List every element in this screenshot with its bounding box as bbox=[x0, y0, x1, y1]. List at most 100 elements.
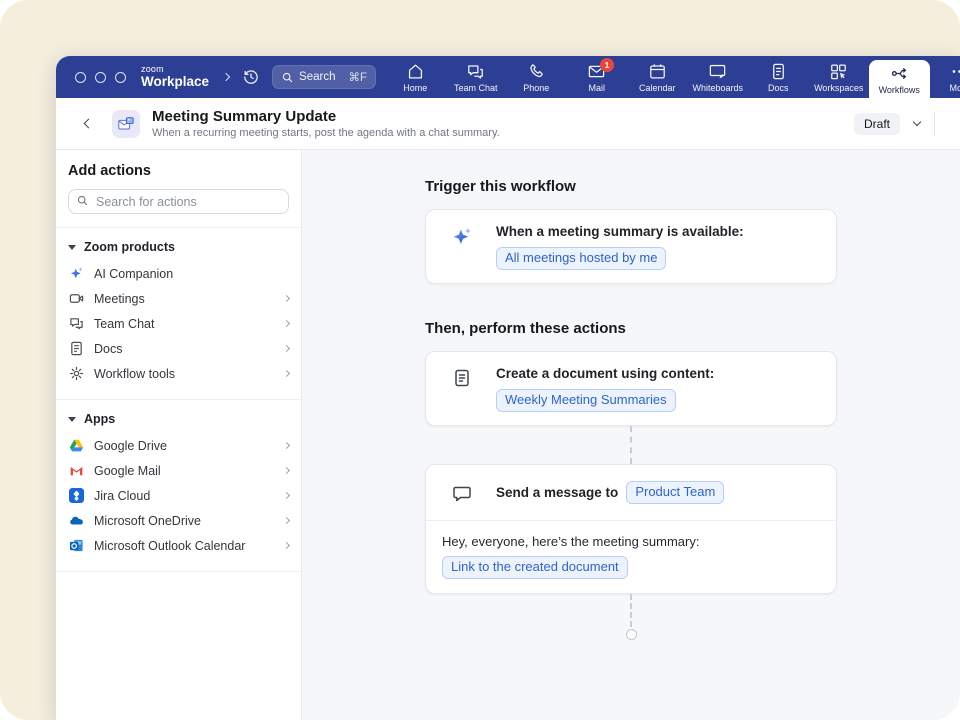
whiteboards-icon bbox=[708, 62, 727, 81]
workflow-header: Meeting Summary Update When a recurring … bbox=[56, 98, 960, 150]
meetings-icon bbox=[68, 291, 84, 307]
chevron-right-icon bbox=[284, 371, 289, 376]
workspaces-icon bbox=[829, 62, 848, 81]
chevron-right-icon bbox=[284, 346, 289, 351]
window-control-close[interactable] bbox=[75, 72, 86, 83]
chevron-right-icon bbox=[284, 518, 289, 523]
action-card-send-message[interactable]: Send a message to Product Team Hey, ever… bbox=[425, 464, 837, 594]
nav-tab-calendar[interactable]: Calendar bbox=[627, 56, 688, 98]
document-content-pill[interactable]: Weekly Meeting Summaries bbox=[496, 389, 676, 412]
workflows-icon bbox=[890, 64, 909, 83]
chevron-left-icon bbox=[83, 119, 93, 129]
sidebar-item-google-drive[interactable]: Google Drive bbox=[56, 433, 301, 458]
sidebar-item-microsoft-onedrive[interactable]: Microsoft OneDrive bbox=[56, 508, 301, 533]
sidebar-title: Add actions bbox=[68, 163, 289, 179]
nav-tab-whiteboards[interactable]: Whiteboards bbox=[688, 56, 749, 98]
sidebar-item-docs[interactable]: Docs bbox=[56, 336, 301, 361]
docs-icon bbox=[68, 341, 84, 357]
nav-tab-docs[interactable]: Docs bbox=[748, 56, 809, 98]
window-control-zoom[interactable] bbox=[115, 72, 126, 83]
caret-down-icon bbox=[68, 245, 76, 250]
document-link-pill[interactable]: Link to the created document bbox=[442, 556, 628, 579]
zoom-workplace-logo: zoom Workplace bbox=[141, 65, 209, 89]
nav-tab-workflows[interactable]: Workflows bbox=[869, 60, 930, 98]
sidebar-item-ai-companion[interactable]: AI Companion bbox=[56, 261, 301, 286]
action-title: Send a message to bbox=[496, 484, 618, 502]
sidebar-item-microsoft-outlook-calendar[interactable]: Microsoft Outlook Calendar bbox=[56, 533, 301, 558]
search-icon bbox=[281, 71, 294, 84]
chevron-right-icon bbox=[284, 443, 289, 448]
trigger-card[interactable]: When a meeting summary is available: All… bbox=[425, 209, 837, 284]
ai-companion-icon bbox=[68, 266, 84, 282]
header-actions: Draft bbox=[854, 112, 935, 136]
team-chat-icon bbox=[466, 62, 485, 81]
document-icon bbox=[450, 368, 474, 388]
page-subtitle: When a recurring meeting starts, post th… bbox=[152, 127, 500, 139]
chevron-right-icon bbox=[284, 468, 289, 473]
global-search-input[interactable]: Search ⌘F bbox=[272, 65, 376, 89]
status-dropdown-button[interactable] bbox=[914, 122, 920, 125]
chevron-right-icon[interactable] bbox=[222, 73, 230, 81]
home-icon bbox=[406, 62, 425, 81]
workflow-title-block: Meeting Summary Update When a recurring … bbox=[152, 108, 500, 139]
page-background: zoom Workplace Search ⌘F Home Team Chat bbox=[0, 0, 960, 720]
navbar-tabs: Home Team Chat Phone Mail 1 Calendar bbox=[385, 56, 960, 98]
chevron-right-icon bbox=[284, 321, 289, 326]
status-badge[interactable]: Draft bbox=[854, 113, 900, 135]
google-mail-icon bbox=[68, 463, 84, 479]
add-step-node[interactable] bbox=[626, 629, 637, 640]
back-button[interactable] bbox=[80, 116, 96, 132]
workflow-canvas: Trigger this workflow When a meeting sum… bbox=[302, 150, 960, 720]
more-icon bbox=[950, 62, 960, 81]
section-apps[interactable]: Apps bbox=[56, 400, 301, 433]
search-icon bbox=[76, 194, 89, 207]
nav-tab-mail[interactable]: Mail 1 bbox=[567, 56, 628, 98]
sidebar-item-meetings[interactable]: Meetings bbox=[56, 286, 301, 311]
actions-search bbox=[68, 189, 289, 214]
action-title: Create a document using content: bbox=[496, 365, 714, 383]
header-divider bbox=[934, 112, 935, 136]
workflow-thumbnail-icon bbox=[112, 110, 140, 138]
sidebar-item-workflow-tools[interactable]: Workflow tools bbox=[56, 361, 301, 386]
section-zoom-products[interactable]: Zoom products bbox=[56, 228, 301, 261]
ai-companion-sparkle-icon bbox=[450, 226, 474, 248]
chevron-down-icon bbox=[913, 118, 921, 126]
window-control-minimize[interactable] bbox=[95, 72, 106, 83]
nav-tab-team-chat[interactable]: Team Chat bbox=[446, 56, 507, 98]
trigger-scope-pill[interactable]: All meetings hosted by me bbox=[496, 247, 666, 270]
chat-bubble-icon bbox=[450, 484, 474, 504]
trigger-heading: Trigger this workflow bbox=[425, 178, 837, 195]
caret-down-icon bbox=[68, 417, 76, 422]
sidebar-item-team-chat[interactable]: Team Chat bbox=[56, 311, 301, 336]
search-placeholder: Search bbox=[299, 71, 335, 83]
sidebar-item-jira-cloud[interactable]: Jira Cloud bbox=[56, 483, 301, 508]
sidebar-item-google-mail[interactable]: Google Mail bbox=[56, 458, 301, 483]
team-chat-icon bbox=[68, 316, 84, 332]
search-shortcut: ⌘F bbox=[349, 70, 368, 84]
actions-heading: Then, perform these actions bbox=[425, 320, 837, 337]
sidebar-divider bbox=[56, 571, 301, 572]
nav-tab-workspaces[interactable]: Workspaces bbox=[809, 56, 870, 98]
phone-icon bbox=[527, 62, 546, 81]
gear-icon bbox=[68, 366, 84, 382]
app-window: zoom Workplace Search ⌘F Home Team Chat bbox=[56, 56, 960, 720]
workflow-connector bbox=[630, 426, 632, 464]
nav-tab-phone[interactable]: Phone bbox=[506, 56, 567, 98]
docs-icon bbox=[769, 62, 788, 81]
window-controls[interactable] bbox=[75, 72, 126, 83]
chevron-right-icon bbox=[284, 296, 289, 301]
history-icon[interactable] bbox=[242, 68, 260, 86]
page-title: Meeting Summary Update bbox=[152, 108, 500, 125]
top-navbar: zoom Workplace Search ⌘F Home Team Chat bbox=[56, 56, 960, 98]
nav-tab-home[interactable]: Home bbox=[385, 56, 446, 98]
calendar-icon bbox=[648, 62, 667, 81]
nav-tab-more[interactable]: More bbox=[930, 56, 960, 98]
message-recipient-pill[interactable]: Product Team bbox=[626, 481, 724, 504]
outlook-calendar-icon bbox=[68, 538, 84, 554]
jira-cloud-icon bbox=[68, 488, 84, 504]
workflow-connector bbox=[630, 594, 632, 627]
action-card-create-document[interactable]: Create a document using content: Weekly … bbox=[425, 351, 837, 426]
message-body-text[interactable]: Hey, everyone, here’s the meeting summar… bbox=[442, 534, 820, 549]
onedrive-icon bbox=[68, 513, 84, 529]
actions-search-input[interactable] bbox=[68, 189, 289, 214]
